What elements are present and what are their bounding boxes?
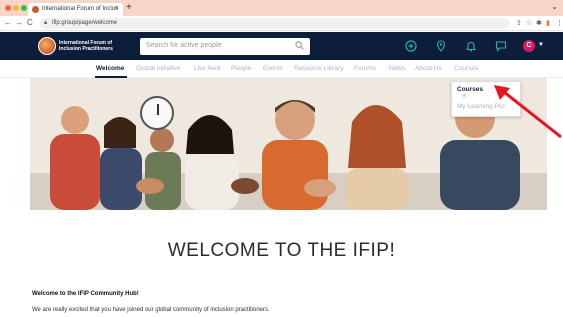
section-heading: Welcome to the IFIP Community Hub! bbox=[32, 291, 139, 297]
add-circle-icon[interactable] bbox=[405, 40, 417, 52]
extensions-icon[interactable]: ✱ bbox=[536, 19, 542, 27]
extension-badge-icon[interactable]: ▮ bbox=[546, 19, 550, 27]
tab-title: International Forum of Inclus bbox=[42, 6, 119, 12]
logo-text[interactable]: International Forum of Inclusion Practit… bbox=[59, 40, 119, 52]
maximize-window-icon[interactable] bbox=[21, 5, 27, 11]
bookmark-star-icon[interactable]: ☆ bbox=[526, 19, 532, 27]
site-nav: Welcome Global Initiative Live feed Peop… bbox=[0, 60, 563, 78]
minimize-window-icon[interactable] bbox=[13, 5, 19, 11]
logo-icon[interactable] bbox=[38, 37, 56, 55]
nav-item-global-initiative[interactable]: Global Initiative bbox=[136, 65, 180, 72]
chevron-down-icon[interactable]: ▼ bbox=[538, 42, 544, 48]
dropdown-item-courses[interactable]: Courses bbox=[457, 86, 483, 93]
url-field[interactable]: 🔒︎ ifip.group/page/welcome bbox=[40, 18, 510, 29]
url-text: ifip.group/page/welcome bbox=[52, 20, 118, 26]
nav-item-forums[interactable]: Forums bbox=[354, 65, 376, 72]
nav-item-people[interactable]: People bbox=[231, 65, 251, 72]
location-pin-icon[interactable] bbox=[435, 40, 447, 52]
back-button[interactable]: ← bbox=[4, 18, 12, 27]
browser-tab[interactable]: International Forum of Inclus × bbox=[28, 3, 123, 16]
page: International Forum of Inclus × + ⌄ ← → … bbox=[0, 0, 563, 317]
search-placeholder: Search for active people bbox=[146, 42, 222, 49]
nav-item-resource-library[interactable]: Resource Library bbox=[294, 65, 344, 72]
lock-icon: 🔒︎ bbox=[44, 20, 48, 26]
tab-close-icon[interactable]: × bbox=[115, 5, 119, 12]
red-arrow-annotation-icon bbox=[494, 85, 562, 139]
search-icon[interactable] bbox=[295, 41, 304, 50]
browser-tab-bar: International Forum of Inclus × + ⌄ bbox=[0, 0, 563, 16]
nav-item-live-feed[interactable]: Live feed bbox=[194, 65, 220, 72]
address-bar: ← → C 🔒︎ ifip.group/page/welcome ⇪ ☆ ✱ ▮… bbox=[0, 16, 563, 31]
tab-list-chevron-icon[interactable]: ⌄ bbox=[551, 2, 558, 11]
wall-clock-icon bbox=[140, 96, 174, 130]
hand-pointer-cursor-icon: ☝︎ bbox=[462, 93, 467, 100]
search-input[interactable]: Search for active people bbox=[140, 38, 310, 55]
site-header: International Forum of Inclusion Practit… bbox=[0, 32, 563, 60]
avatar[interactable]: C bbox=[523, 40, 535, 52]
nav-item-news[interactable]: News bbox=[389, 65, 405, 72]
notification-bell-icon[interactable] bbox=[465, 40, 477, 52]
nav-item-events[interactable]: Events bbox=[263, 65, 283, 72]
new-tab-button[interactable]: + bbox=[126, 2, 132, 13]
share-icon[interactable]: ⇪ bbox=[516, 19, 522, 27]
forward-button[interactable]: → bbox=[15, 18, 23, 27]
nav-item-welcome[interactable]: Welcome bbox=[96, 65, 124, 72]
reload-button[interactable]: C bbox=[27, 18, 33, 27]
nav-item-courses[interactable]: Courses bbox=[454, 65, 478, 72]
close-window-icon[interactable] bbox=[5, 5, 11, 11]
page-title: WELCOME TO THE IFIP! bbox=[167, 240, 396, 261]
nav-item-about-us[interactable]: About Us bbox=[415, 65, 442, 72]
intro-paragraph: We are really excited that you have join… bbox=[32, 307, 270, 313]
chat-bubble-icon[interactable] bbox=[495, 40, 507, 52]
favicon-icon bbox=[32, 6, 39, 13]
browser-menu-icon[interactable]: ⋮ bbox=[556, 19, 563, 27]
